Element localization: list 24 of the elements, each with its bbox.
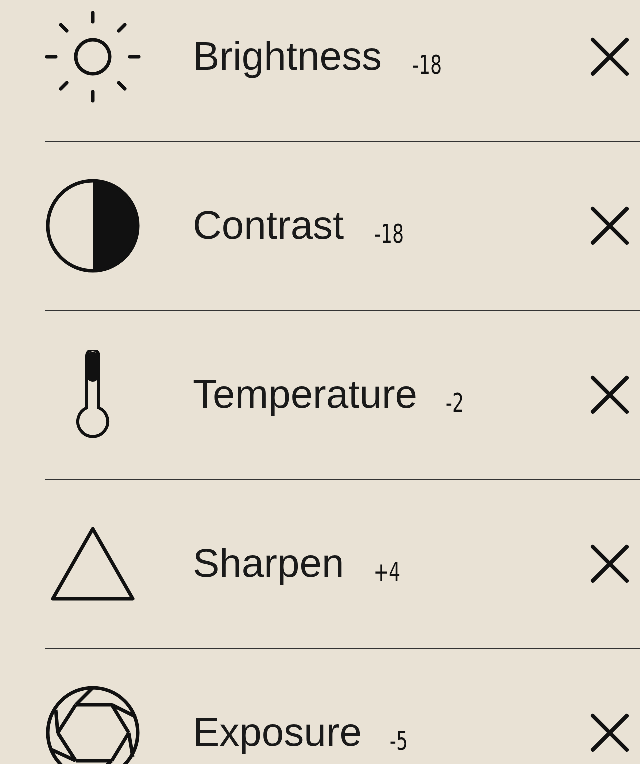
sun-icon bbox=[45, 11, 141, 103]
adjustment-value: -18 bbox=[412, 51, 442, 81]
close-icon bbox=[590, 37, 630, 77]
close-icon bbox=[590, 544, 630, 584]
adjustment-label: Exposure bbox=[193, 710, 362, 756]
adjustment-value: +4 bbox=[374, 558, 401, 588]
adjustment-value: -2 bbox=[445, 389, 464, 419]
adjustment-label: Sharpen bbox=[193, 542, 344, 586]
contrast-icon bbox=[46, 179, 140, 273]
close-button[interactable] bbox=[590, 37, 630, 77]
close-button[interactable] bbox=[590, 375, 630, 415]
adjustment-label: Temperature bbox=[193, 372, 418, 418]
aperture-icon bbox=[46, 686, 140, 764]
adjustment-value: -5 bbox=[390, 727, 408, 757]
close-icon bbox=[590, 206, 630, 246]
adjustment-label: Contrast bbox=[193, 204, 344, 248]
close-button[interactable] bbox=[590, 544, 630, 584]
close-icon bbox=[590, 375, 630, 415]
close-icon bbox=[590, 713, 630, 753]
close-button[interactable] bbox=[590, 206, 630, 246]
triangle-icon bbox=[50, 526, 136, 602]
adjustment-label: Brightness bbox=[193, 34, 382, 80]
close-button[interactable] bbox=[590, 713, 630, 753]
adjustment-value: -18 bbox=[374, 220, 404, 250]
